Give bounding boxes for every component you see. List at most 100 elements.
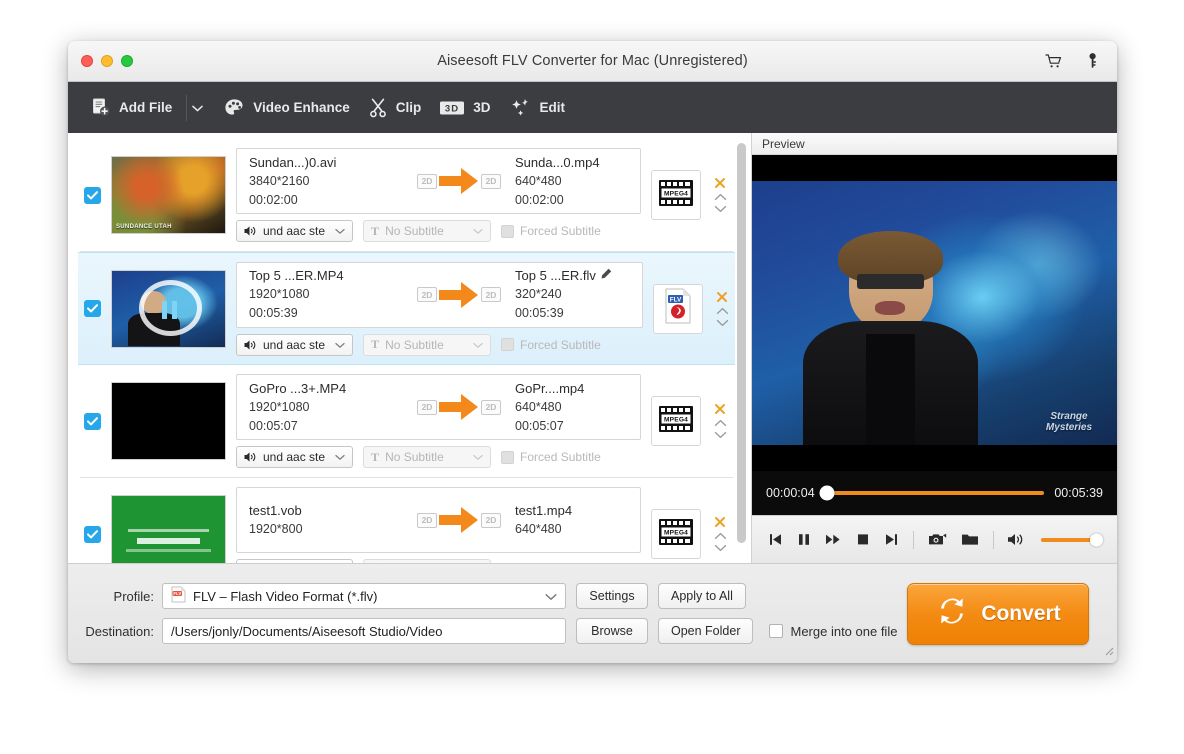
conversion-arrow bbox=[437, 280, 481, 310]
forced-subtitle-box bbox=[501, 225, 514, 238]
remove-file-button[interactable] bbox=[714, 177, 726, 189]
move-down-button[interactable] bbox=[716, 319, 729, 327]
target-file-name: GoPr....mp4 bbox=[515, 379, 683, 398]
snapshot-button[interactable] bbox=[928, 532, 947, 547]
file-row[interactable]: SUNDANCE UTAHSundan...)0.avi3840*216000:… bbox=[80, 139, 733, 252]
source-file-name: GoPro ...3+.MP4 bbox=[249, 379, 417, 398]
key-icon[interactable] bbox=[1081, 51, 1101, 71]
video-display[interactable]: Strange Mysteries bbox=[752, 155, 1117, 471]
remove-file-button[interactable] bbox=[714, 516, 726, 528]
seek-handle[interactable] bbox=[820, 486, 835, 501]
bottom-bar: Profile: FLV FLV – Flash Video Format (*… bbox=[68, 563, 1117, 663]
file-thumbnail[interactable] bbox=[111, 495, 226, 563]
merge-into-one-file-checkbox[interactable]: Merge into one file bbox=[769, 624, 897, 639]
window-title: Aiseesoft FLV Converter for Mac (Unregis… bbox=[68, 53, 1117, 69]
output-format-icon-box[interactable]: FLV bbox=[653, 284, 703, 334]
merge-label: Merge into one file bbox=[790, 624, 897, 639]
toolbar-edit-label: Edit bbox=[540, 100, 566, 115]
svg-text:FLV: FLV bbox=[173, 591, 181, 596]
remove-file-button[interactable] bbox=[714, 403, 726, 415]
move-down-button[interactable] bbox=[714, 544, 727, 552]
file-info-box: test1.vob1920*8002D2Dtest1.mp4640*480 bbox=[236, 487, 641, 553]
svg-text:3D: 3D bbox=[445, 103, 459, 114]
file-row-checkbox[interactable] bbox=[84, 300, 101, 317]
seek-slider[interactable] bbox=[825, 491, 1045, 495]
toolbar-video-enhance-button[interactable]: Video Enhance bbox=[218, 94, 362, 122]
bottom-controls: Profile: FLV FLV – Flash Video Format (*… bbox=[68, 582, 907, 646]
file-thumbnail[interactable] bbox=[111, 270, 226, 348]
previous-button[interactable] bbox=[768, 532, 783, 547]
fast-forward-button[interactable] bbox=[825, 532, 842, 547]
stop-button[interactable] bbox=[856, 532, 870, 547]
destination-value: /Users/jonly/Documents/Aiseesoft Studio/… bbox=[171, 624, 442, 639]
forced-subtitle-checkbox[interactable]: Forced Subtitle bbox=[501, 450, 601, 464]
rename-pencil-icon[interactable] bbox=[600, 268, 612, 283]
subtitle-value: No Subtitle bbox=[385, 338, 463, 352]
audio-track-select[interactable]: und aac ste bbox=[236, 446, 353, 468]
file-thumbnail[interactable] bbox=[111, 382, 226, 460]
chevron-down-icon bbox=[335, 338, 345, 352]
next-button[interactable] bbox=[884, 532, 899, 547]
sparkle-icon bbox=[509, 97, 532, 118]
open-folder-button[interactable]: Open Folder bbox=[658, 618, 753, 644]
subtitle-select[interactable]: TNo Subtitle bbox=[363, 446, 491, 468]
profile-select[interactable]: FLV FLV – Flash Video Format (*.flv) bbox=[162, 583, 566, 609]
forced-subtitle-checkbox[interactable]: Forced Subtitle bbox=[501, 338, 601, 352]
file-row-checkbox[interactable] bbox=[84, 187, 101, 204]
move-up-button[interactable] bbox=[716, 307, 729, 315]
destination-label: Destination: bbox=[74, 624, 162, 639]
file-row[interactable]: Top 5 ...ER.MP41920*108000:05:392D2DTop … bbox=[78, 252, 735, 365]
toolbar-3d-button[interactable]: 3D 3D bbox=[433, 95, 502, 121]
volume-icon[interactable] bbox=[1007, 532, 1027, 547]
thumbnail-image bbox=[112, 271, 225, 347]
remove-file-button[interactable] bbox=[716, 291, 728, 303]
flv-format-icon: FLV bbox=[171, 586, 186, 606]
volume-slider[interactable] bbox=[1041, 538, 1101, 542]
file-thumbnail[interactable]: SUNDANCE UTAH bbox=[111, 156, 226, 234]
file-row-checkbox[interactable] bbox=[84, 526, 101, 543]
toolbar-clip-label: Clip bbox=[396, 100, 422, 115]
move-up-button[interactable] bbox=[714, 419, 727, 427]
subtitle-select[interactable]: TNo Subtitle bbox=[363, 220, 491, 242]
controls-divider bbox=[913, 531, 914, 549]
settings-button[interactable]: Settings bbox=[576, 583, 648, 609]
open-snapshot-folder-button[interactable] bbox=[961, 532, 979, 547]
toolbar-edit-button[interactable]: Edit bbox=[503, 93, 578, 122]
target-file-name: Top 5 ...ER.flv bbox=[515, 266, 683, 285]
destination-input[interactable]: /Users/jonly/Documents/Aiseesoft Studio/… bbox=[162, 618, 566, 644]
output-format-icon-box[interactable]: MPEG4 bbox=[651, 396, 701, 446]
video-frame: Strange Mysteries bbox=[752, 181, 1117, 445]
volume-handle[interactable] bbox=[1090, 533, 1103, 546]
pause-button[interactable] bbox=[797, 532, 811, 547]
move-down-button[interactable] bbox=[714, 205, 727, 213]
subtitle-select[interactable]: TNo Subtitle bbox=[363, 334, 491, 356]
move-up-button[interactable] bbox=[714, 532, 727, 540]
toolbar-add-file-button[interactable]: Add File bbox=[84, 93, 184, 122]
3d-icon: 3D bbox=[439, 99, 465, 117]
forced-subtitle-label: Forced Subtitle bbox=[520, 338, 601, 352]
browse-button[interactable]: Browse bbox=[576, 618, 648, 644]
resize-grip[interactable] bbox=[1101, 643, 1114, 661]
current-time-label: 00:00:04 bbox=[766, 486, 815, 500]
output-format-icon-box[interactable]: MPEG4 bbox=[651, 170, 701, 220]
add-file-dropdown-caret[interactable] bbox=[186, 95, 208, 121]
convert-button[interactable]: Convert bbox=[907, 583, 1089, 645]
audio-track-select[interactable]: und aac ste bbox=[236, 220, 353, 242]
cart-icon[interactable] bbox=[1044, 51, 1064, 71]
forced-subtitle-checkbox[interactable]: Forced Subtitle bbox=[501, 224, 601, 238]
toolbar-clip-button[interactable]: Clip bbox=[362, 93, 434, 122]
file-row-checkbox[interactable] bbox=[84, 413, 101, 430]
move-down-button[interactable] bbox=[714, 431, 727, 439]
application-window: Aiseesoft FLV Converter for Mac (Unregis… bbox=[68, 41, 1117, 663]
file-row[interactable]: test1.vob1920*8002D2Dtest1.mp4640*480und… bbox=[80, 478, 733, 563]
file-row[interactable]: GoPro ...3+.MP41920*108000:05:072D2DGoPr… bbox=[80, 365, 733, 478]
profile-row: Profile: FLV FLV – Flash Video Format (*… bbox=[74, 582, 907, 611]
target-2d-badge: 2D bbox=[481, 287, 501, 302]
audio-track-select[interactable]: und aac ste bbox=[236, 334, 353, 356]
move-up-button[interactable] bbox=[714, 193, 727, 201]
total-time-label: 00:05:39 bbox=[1054, 486, 1103, 500]
apply-to-all-button[interactable]: Apply to All bbox=[658, 583, 746, 609]
file-list-scrollbar[interactable] bbox=[737, 143, 746, 543]
output-format-icon-box[interactable]: MPEG4 bbox=[651, 509, 701, 559]
subtitle-t-icon: T bbox=[371, 450, 379, 465]
